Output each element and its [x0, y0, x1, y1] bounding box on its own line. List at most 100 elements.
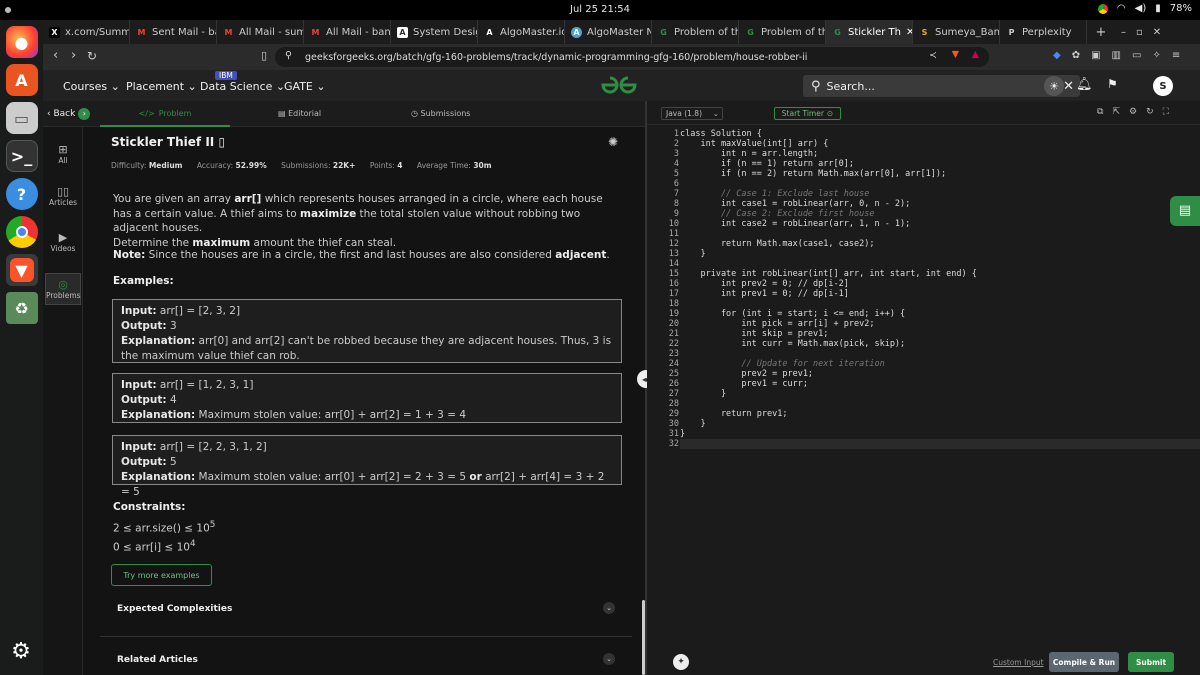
- bookmark-icon[interactable]: ▯: [261, 49, 267, 62]
- code-line[interactable]: return Math.max(case1, case2);: [680, 239, 1200, 249]
- clear-search-icon[interactable]: ✕: [1063, 79, 1074, 94]
- chat-fab[interactable]: ▤: [1170, 196, 1200, 226]
- browser-tab[interactable]: A AlgoMaster N: [565, 20, 652, 44]
- browser-tab[interactable]: A AlgoMaster.io: [478, 20, 565, 44]
- code-line[interactable]: int skip = prev1;: [680, 329, 1200, 339]
- nav-courses[interactable]: Courses ⌄: [63, 80, 120, 93]
- tab-editorial[interactable]: ▤ Editorial: [278, 109, 321, 118]
- code-line[interactable]: class Solution {: [680, 129, 1200, 139]
- code-line[interactable]: }: [680, 249, 1200, 259]
- code-line[interactable]: int case1 = robLinear(arr, 0, n - 2);: [680, 199, 1200, 209]
- brave-rewards-icon[interactable]: ▲: [972, 49, 979, 60]
- files-icon[interactable]: ▭: [5, 102, 38, 134]
- compile-run-button[interactable]: Compile & Run: [1049, 652, 1119, 672]
- submit-button[interactable]: Submit: [1128, 652, 1174, 672]
- brave-shields-icon[interactable]: ▼: [952, 49, 959, 60]
- forward-icon[interactable]: ›: [71, 48, 76, 63]
- expected-complexities-row[interactable]: Expected Complexities ⌄: [100, 597, 632, 637]
- fullscreen-icon[interactable]: ⛶: [1163, 107, 1169, 117]
- nav-data-science[interactable]: Data Science ⌄: [200, 80, 285, 93]
- code-line[interactable]: int prev1 = 0; // dp[i-1]: [680, 289, 1200, 299]
- site-info-icon[interactable]: ⚲: [285, 50, 292, 61]
- system-tray[interactable]: ◠ ◀) ▮ 78%: [1097, 3, 1192, 14]
- close-window-icon[interactable]: ✕: [1153, 27, 1161, 38]
- code-line[interactable]: [680, 349, 1200, 359]
- copy-icon[interactable]: ⧉: [1097, 107, 1103, 117]
- code-line[interactable]: // Case 2: Exclude first house: [680, 209, 1200, 219]
- share-icon[interactable]: ≺: [929, 50, 937, 61]
- browser-tab[interactable]: Xx.com/Summ: [43, 20, 130, 44]
- code-line[interactable]: [680, 399, 1200, 409]
- vpn-icon[interactable]: ◆: [1053, 50, 1061, 61]
- gfg-logo[interactable]: [601, 75, 637, 99]
- code-line[interactable]: int maxValue(int[] arr) {: [680, 139, 1200, 149]
- code-line[interactable]: int prev2 = 0; // dp[i-2]: [680, 279, 1200, 289]
- custom-input-link[interactable]: Custom Input: [993, 658, 1044, 667]
- help-icon[interactable]: ?: [5, 178, 38, 210]
- browser-tab[interactable]: A System Desig: [391, 20, 478, 44]
- code-line[interactable]: // Case 1: Exclude last house: [680, 189, 1200, 199]
- code-line[interactable]: int curr = Math.max(pick, skip);: [680, 339, 1200, 349]
- back-button[interactable]: ‹ Back ›: [47, 108, 91, 120]
- reset-icon[interactable]: ↻: [1146, 107, 1154, 117]
- leo-icon[interactable]: ✧: [1152, 50, 1160, 61]
- minimize-icon[interactable]: –: [1121, 27, 1126, 38]
- code-line[interactable]: private int robLinear(int[] arr, int sta…: [680, 269, 1200, 279]
- tab-submissions[interactable]: ◷ Submissions: [411, 109, 470, 118]
- code-line[interactable]: [680, 439, 1200, 449]
- translate-icon[interactable]: ▣: [1091, 50, 1100, 61]
- notification-bell-icon[interactable]: 🔔︎: [1076, 77, 1093, 92]
- related-articles-row[interactable]: Related Articles ⌄: [100, 649, 632, 675]
- app-center-icon[interactable]: A: [5, 64, 38, 96]
- code-line[interactable]: int n = arr.length;: [680, 149, 1200, 159]
- browser-tab[interactable]: M All Mail - sum: [217, 20, 304, 44]
- nav-placement[interactable]: Placement ⌄: [126, 80, 197, 93]
- code-line[interactable]: [680, 179, 1200, 189]
- sidebar-icon[interactable]: ▥: [1112, 50, 1121, 61]
- system-clock[interactable]: Jul 25 21:54: [0, 4, 1200, 15]
- bookmark-problem-icon[interactable]: ▯: [218, 135, 225, 149]
- url-bar[interactable]: ⚲ geeksforgeeks.org/batch/gfg-160-proble…: [275, 47, 989, 67]
- chrome-icon[interactable]: [5, 216, 38, 248]
- browser-tab[interactable]: M All Mail - banc: [304, 20, 391, 44]
- menu-icon[interactable]: ≡: [1172, 50, 1180, 61]
- code-line[interactable]: [680, 229, 1200, 239]
- browser-tab[interactable]: M Sent Mail - ba: [130, 20, 217, 44]
- code-line[interactable]: return prev1;: [680, 409, 1200, 419]
- browser-tab[interactable]: G Problem of th: [739, 20, 826, 44]
- code-line[interactable]: }: [680, 419, 1200, 429]
- code-line[interactable]: if (n == 2) return Math.max(arr[0], arr[…: [680, 169, 1200, 179]
- browser-tab[interactable]: G Problem of th: [652, 20, 739, 44]
- report-bug-icon[interactable]: ✺: [608, 135, 618, 150]
- try-more-examples-button[interactable]: Try more examples: [111, 564, 212, 586]
- reload-icon[interactable]: ↻: [87, 49, 97, 63]
- wallet-icon[interactable]: ▭: [1132, 50, 1141, 61]
- browser-tab[interactable]: P Perplexity: [1000, 20, 1087, 44]
- code-line[interactable]: for (int i = start; i <= end; i++) {: [680, 309, 1200, 319]
- url-text[interactable]: geeksforgeeks.org/batch/gfg-160-problems…: [305, 52, 807, 63]
- new-tab-button[interactable]: +: [1087, 20, 1115, 44]
- rail-all[interactable]: ⊞ All: [45, 143, 81, 165]
- theme-toggle-icon[interactable]: ☀: [1044, 76, 1064, 96]
- show-apps-icon[interactable]: ⚙: [5, 635, 37, 667]
- code-line[interactable]: prev2 = prev1;: [680, 369, 1200, 379]
- language-select[interactable]: Java (1.8) ⌄: [661, 107, 723, 120]
- browser-tab[interactable]: S Sumeya_Banc: [913, 20, 1000, 44]
- rail-videos[interactable]: ▶ Videos: [45, 231, 81, 253]
- code-line[interactable]: [680, 299, 1200, 309]
- code-line[interactable]: int pick = arr[i] + prev2;: [680, 319, 1200, 329]
- trash-icon[interactable]: ♻: [5, 292, 38, 324]
- tab-problem[interactable]: </> Problem: [100, 101, 230, 127]
- code-line[interactable]: // Update for next iteration: [680, 359, 1200, 369]
- code-line[interactable]: }: [680, 429, 1200, 439]
- code-line[interactable]: if (n == 1) return arr[0];: [680, 159, 1200, 169]
- back-icon[interactable]: ‹: [53, 48, 58, 63]
- code-line[interactable]: prev1 = curr;: [680, 379, 1200, 389]
- rail-articles[interactable]: ▯▯ Articles: [45, 185, 81, 207]
- ai-bulb-icon[interactable]: ✦: [673, 654, 689, 670]
- settings-icon[interactable]: ⚙: [1129, 107, 1137, 117]
- code-line[interactable]: }: [680, 389, 1200, 399]
- code-line[interactable]: [680, 259, 1200, 269]
- start-timer-button[interactable]: Start Timer ⊙: [774, 107, 841, 120]
- maximize-icon[interactable]: ▫: [1136, 27, 1143, 38]
